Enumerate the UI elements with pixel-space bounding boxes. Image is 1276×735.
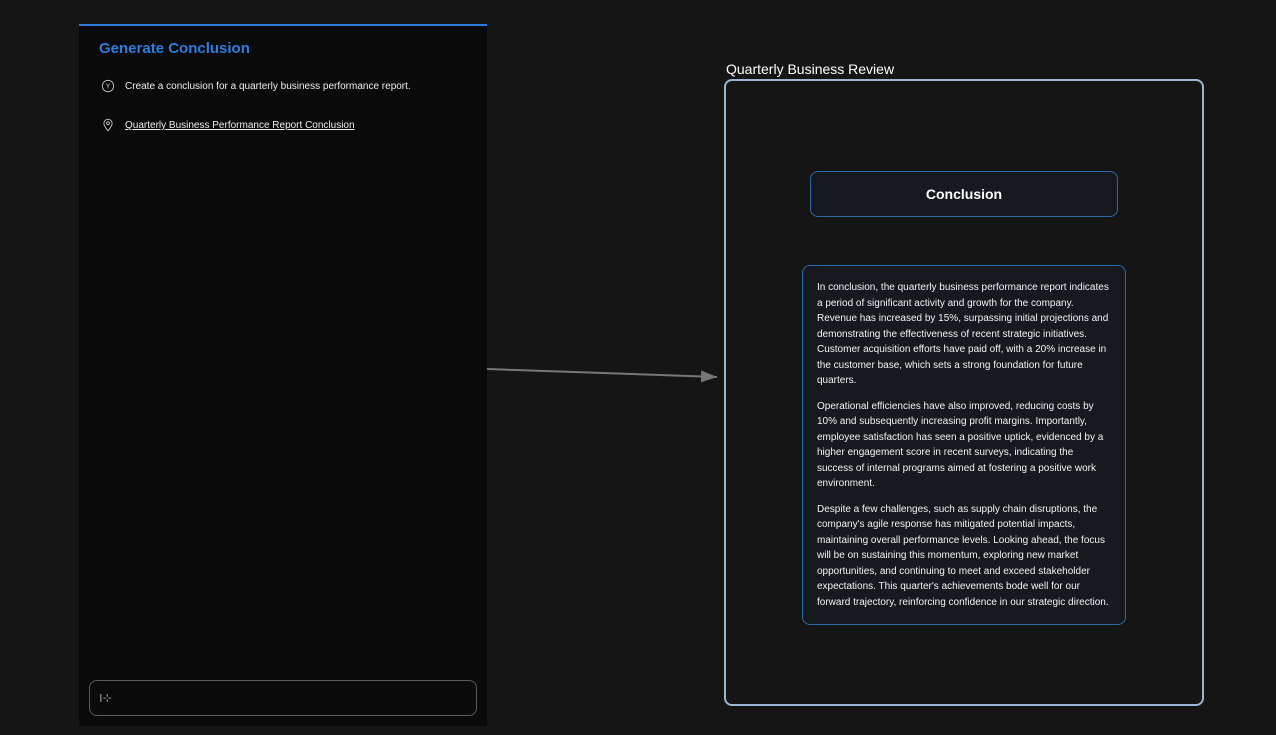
preview-frame: Conclusion In conclusion, the quarterly … [724, 79, 1204, 706]
conclusion-paragraph: Despite a few challenges, such as supply… [817, 502, 1111, 611]
conclusion-heading: Conclusion [810, 171, 1118, 217]
panel-title: Generate Conclusion [79, 26, 487, 67]
preview-title: Quarterly Business Review [726, 61, 894, 77]
assistant-message-row: Quarterly Business Performance Report Co… [79, 106, 487, 145]
chat-input[interactable] [89, 680, 477, 716]
assistant-message-text[interactable]: Quarterly Business Performance Report Co… [125, 118, 355, 133]
conclusion-body: In conclusion, the quarterly business pe… [802, 265, 1126, 625]
conclusion-paragraph: In conclusion, the quarterly business pe… [817, 280, 1111, 389]
chat-input-wrap: I⊹ [89, 680, 477, 716]
location-pin-icon [101, 118, 115, 132]
generate-conclusion-panel: Generate Conclusion Y Create a conclusio… [79, 24, 487, 726]
conclusion-paragraph: Operational efficiencies have also impro… [817, 399, 1111, 492]
user-message-text: Create a conclusion for a quarterly busi… [125, 79, 411, 94]
user-message-row: Y Create a conclusion for a quarterly bu… [79, 67, 487, 106]
connector-arrow [487, 365, 724, 385]
svg-text:Y: Y [106, 84, 111, 91]
user-avatar-icon: Y [101, 79, 115, 93]
